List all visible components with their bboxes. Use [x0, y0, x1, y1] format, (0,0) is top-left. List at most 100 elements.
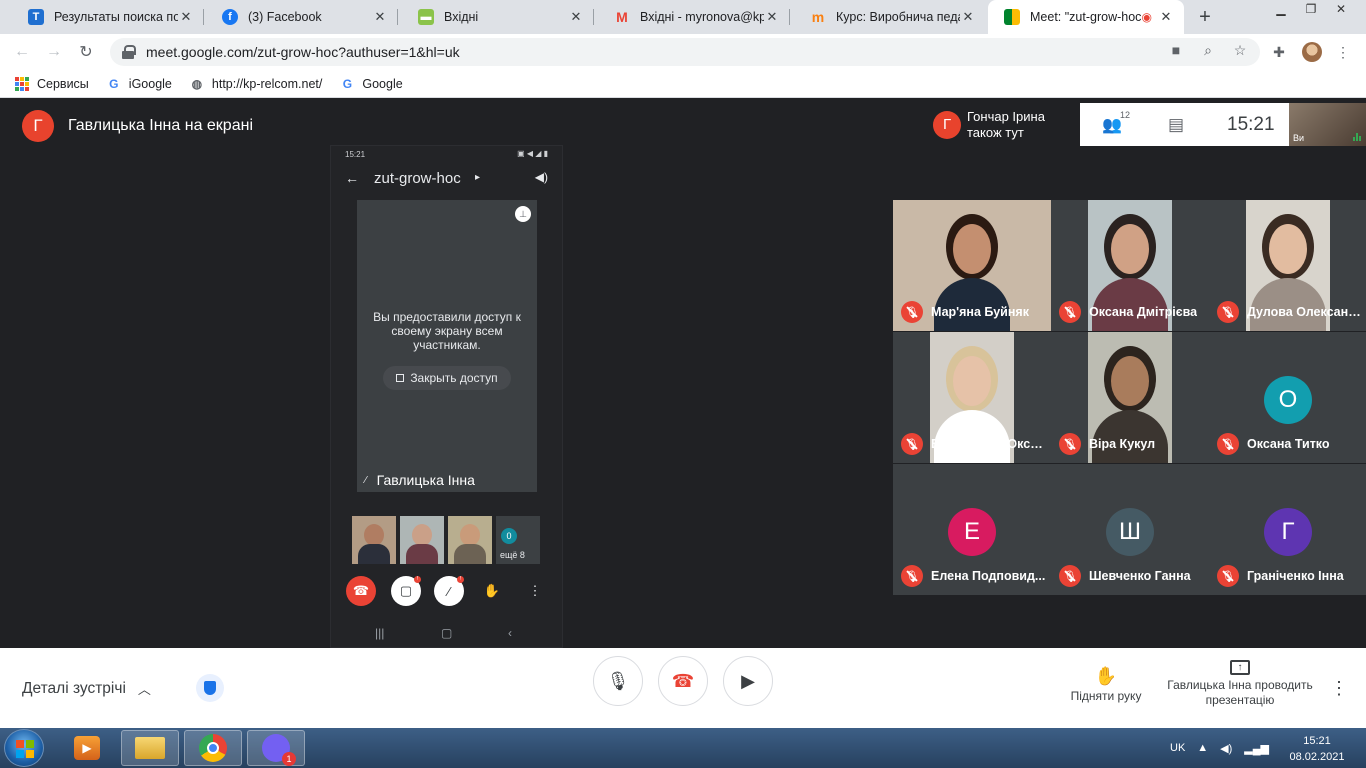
- tab-strip: T Результаты поиска по с ✕ f (3) Faceboo…: [0, 0, 1366, 34]
- bookmarks-bar: Сервисы G iGoogle ◍ http://kp-relcom.net…: [0, 70, 1366, 98]
- close-window-button[interactable]: ✕: [1326, 0, 1356, 18]
- tab-moodle-course[interactable]: m Курс: Виробнича педагс ✕: [794, 0, 986, 34]
- bookmark-kp-relcom[interactable]: ◍ http://kp-relcom.net/: [189, 76, 323, 92]
- phone-thumbnail: [448, 516, 492, 564]
- back-arrow-icon[interactable]: ←: [10, 40, 34, 64]
- presenter-title: Гавлицька Інна на екрані: [68, 117, 253, 134]
- apps-grid-icon: [14, 76, 30, 92]
- participant-name: Елена Подповид...: [931, 569, 1046, 583]
- presentation-status-button[interactable]: ↑ Гавлицька Інна проводить презентацію: [1165, 660, 1315, 708]
- close-icon[interactable]: ✕: [178, 9, 194, 25]
- taskbar-media-player[interactable]: ▶: [58, 730, 116, 766]
- chrome-icon: [199, 734, 227, 762]
- stop-icon: [396, 374, 405, 382]
- restore-button[interactable]: ❐: [1296, 0, 1326, 18]
- close-icon[interactable]: ✕: [372, 9, 388, 25]
- viber-badge: 1: [282, 752, 296, 766]
- chat-icon[interactable]: ▤: [1168, 115, 1184, 135]
- microphone-button[interactable]: 🎙: [593, 656, 643, 706]
- participant-tile[interactable]: 🎙 Мар'яна Буйняк: [893, 200, 1051, 331]
- participant-tile[interactable]: 🎙 Бортовська Окса...: [893, 332, 1051, 463]
- participant-tile[interactable]: 🎙 Оксана Дмітрієва: [1051, 200, 1209, 331]
- participant-avatar: Г: [1264, 508, 1312, 556]
- participant-label: 🎙 Елена Подповид...: [901, 565, 1047, 587]
- presenter-avatar: Г: [22, 110, 54, 142]
- meeting-details-button[interactable]: Деталі зустрічі ︿: [22, 679, 151, 698]
- participant-tile[interactable]: Г 🎙 Граніченко Інна: [1209, 464, 1366, 595]
- end-call-button[interactable]: ☎: [658, 656, 708, 706]
- taskbar-date: 08.02.2021: [1289, 751, 1345, 763]
- bookmark-google[interactable]: G Google: [339, 76, 403, 92]
- close-icon[interactable]: ✕: [764, 9, 780, 25]
- taskbar-viber[interactable]: 1: [247, 730, 305, 766]
- mic-off-icon: 🎙: [901, 301, 923, 323]
- taskbar-chrome[interactable]: [184, 730, 242, 766]
- mic-off-icon: ⁄: [365, 474, 367, 486]
- also-here-suffix: також тут: [967, 124, 1024, 140]
- forward-arrow-icon[interactable]: →: [42, 40, 66, 64]
- participant-avatar: Е: [948, 508, 996, 556]
- tab-facebook[interactable]: f (3) Facebook ✕: [206, 0, 398, 34]
- participant-name: Дулова Олександ...: [1247, 305, 1363, 319]
- taskbar-clock[interactable]: 15:21 08.02.2021: [1282, 733, 1352, 765]
- self-view-tile[interactable]: Ви: [1289, 103, 1366, 146]
- tray-chevron-up-icon[interactable]: ▲: [1197, 742, 1208, 754]
- bookmark-services[interactable]: Сервисы: [14, 76, 89, 92]
- participant-tile[interactable]: Ш 🎙 Шевченко Ганна: [1051, 464, 1209, 595]
- phone-status-icons: ▣ ◀ ◢ ▮: [517, 149, 548, 158]
- reload-icon[interactable]: ↻: [74, 40, 98, 64]
- participant-label: 🎙 Бортовська Окса...: [901, 433, 1047, 455]
- present-screen-icon: ↑: [1230, 660, 1250, 675]
- participant-tile[interactable]: 🎙 Віра Кукул: [1051, 332, 1209, 463]
- menu-kebab-icon[interactable]: ⋮: [1334, 43, 1352, 61]
- participant-tile[interactable]: 🎙 Дулова Олександ...: [1209, 200, 1366, 331]
- camera-icon[interactable]: ■: [1168, 42, 1184, 58]
- close-icon[interactable]: ✕: [960, 9, 976, 25]
- security-shield-icon[interactable]: [196, 674, 224, 702]
- participant-tile[interactable]: О 🎙 Оксана Титко: [1209, 332, 1366, 463]
- star-icon[interactable]: ☆: [1232, 42, 1248, 58]
- profile-avatar[interactable]: [1302, 42, 1322, 62]
- t-favicon-icon: T: [28, 9, 44, 25]
- url-text: meet.google.com/zut-grow-hoc?authuser=1&…: [146, 44, 460, 60]
- people-count: 12: [1120, 110, 1131, 120]
- extensions-puzzle-icon[interactable]: ✚: [1270, 43, 1288, 61]
- close-icon[interactable]: ✕: [1158, 9, 1174, 25]
- globe-icon: ◍: [191, 76, 203, 91]
- participant-tile[interactable]: Е 🎙 Елена Подповид...: [893, 464, 1051, 595]
- participant-label: 🎙 Шевченко Ганна: [1059, 565, 1205, 587]
- stop-sharing-label: Закрыть доступ: [410, 371, 498, 385]
- minimize-button[interactable]: ▁: [1266, 0, 1296, 18]
- camera-button[interactable]: ▶: [723, 656, 773, 706]
- phone-stop-sharing-button: Закрыть доступ: [383, 366, 511, 390]
- meeting-details-label: Деталі зустрічі: [22, 679, 126, 697]
- windows-taskbar: ▶ 1 UK ▲ ◀) ▂▄▆ 15:21 08.02.2021: [0, 728, 1366, 768]
- bookmark-igoogle[interactable]: G iGoogle: [106, 76, 172, 92]
- close-icon[interactable]: ✕: [568, 9, 584, 25]
- tab-inbox[interactable]: ▬ Вхідні ✕: [402, 0, 594, 34]
- start-button[interactable]: [4, 729, 44, 767]
- phone-camera-off-icon: ▢!: [391, 576, 421, 606]
- facebook-icon: f: [222, 9, 238, 25]
- volume-icon[interactable]: ◀): [1220, 742, 1232, 755]
- participant-label: 🎙 Оксана Титко: [1217, 433, 1363, 455]
- mail-icon: ▬: [418, 9, 434, 25]
- tab-meet[interactable]: Meet: "zut-grow-hoc ◉ ✕: [988, 0, 1184, 34]
- address-bar[interactable]: meet.google.com/zut-grow-hoc?authuser=1&…: [110, 38, 1260, 66]
- zoom-icon[interactable]: ⌕: [1200, 42, 1216, 58]
- tab-search-results[interactable]: T Результаты поиска по с ✕: [12, 0, 204, 34]
- bookmark-label: iGoogle: [128, 76, 172, 91]
- network-signal-icon[interactable]: ▂▄▆: [1244, 742, 1269, 755]
- taskbar-explorer[interactable]: [121, 730, 179, 766]
- new-tab-button[interactable]: +: [1191, 4, 1219, 30]
- raise-hand-button[interactable]: ✋ Підняти руку: [1060, 666, 1152, 703]
- tab-gmail[interactable]: M Вхідні - myronova@kpnu ✕: [598, 0, 790, 34]
- shared-screen: 15:21 ▣ ◀ ◢ ▮ ← zut-grow-hoc ▸ ◀) ⊥ Вы п…: [330, 145, 563, 648]
- android-back-icon: ‹: [508, 626, 512, 640]
- participant-name: Шевченко Ганна: [1089, 569, 1191, 583]
- tab-title: Вхідні: [444, 10, 479, 24]
- more-options-icon[interactable]: ⋮: [1330, 678, 1348, 699]
- people-icon[interactable]: 👥: [1102, 115, 1122, 135]
- language-indicator[interactable]: UK: [1170, 742, 1185, 754]
- meet-stage: Г Гавлицька Інна на екрані 15:21 ▣ ◀ ◢ ▮…: [0, 98, 1366, 648]
